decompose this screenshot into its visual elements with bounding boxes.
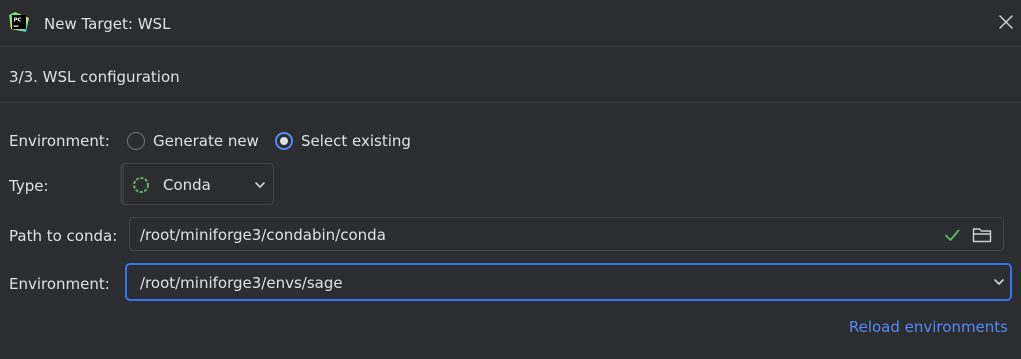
svg-text:PC: PC <box>14 18 22 24</box>
environment-dropdown[interactable]: /root/miniforge3/envs/sage <box>125 263 1012 301</box>
window-title: New Target: WSL <box>44 15 171 33</box>
title-bar: PC New Target: WSL <box>0 0 1021 47</box>
type-dropdown[interactable]: Conda <box>120 163 274 205</box>
step-title: 3/3. WSL configuration <box>9 68 180 86</box>
close-icon[interactable] <box>997 13 1015 31</box>
reload-environments-link[interactable]: Reload environments <box>849 316 1008 338</box>
environment-label: Environment: <box>9 275 110 293</box>
environment-mode-label: Environment: <box>9 132 110 150</box>
type-label: Type: <box>9 177 49 195</box>
step-header: 3/3. WSL configuration <box>0 47 1021 103</box>
new-target-dialog: PC New Target: WSL 3/3. WSL configuratio… <box>0 0 1021 359</box>
folder-icon[interactable] <box>972 226 992 244</box>
path-to-conda-field[interactable]: /root/miniforge3/condabin/conda <box>129 217 1004 251</box>
radio-generate-new[interactable]: Generate new <box>127 130 259 152</box>
radio-select-existing[interactable]: Select existing <box>275 130 411 152</box>
radio-button-checked[interactable] <box>275 132 293 150</box>
conda-icon <box>133 177 149 193</box>
path-to-conda-value: /root/miniforge3/condabin/conda <box>140 226 386 244</box>
type-value: Conda <box>163 176 211 194</box>
environment-value: /root/miniforge3/envs/sage <box>140 274 343 292</box>
chevron-down-icon <box>994 279 1004 285</box>
path-to-conda-label: Path to conda: <box>9 227 118 245</box>
radio-select-existing-label: Select existing <box>301 132 411 150</box>
chevron-down-icon <box>255 182 265 188</box>
pycharm-logo-icon: PC <box>9 12 29 32</box>
radio-generate-new-label: Generate new <box>153 132 259 150</box>
check-icon <box>945 229 960 241</box>
radio-button[interactable] <box>127 132 145 150</box>
